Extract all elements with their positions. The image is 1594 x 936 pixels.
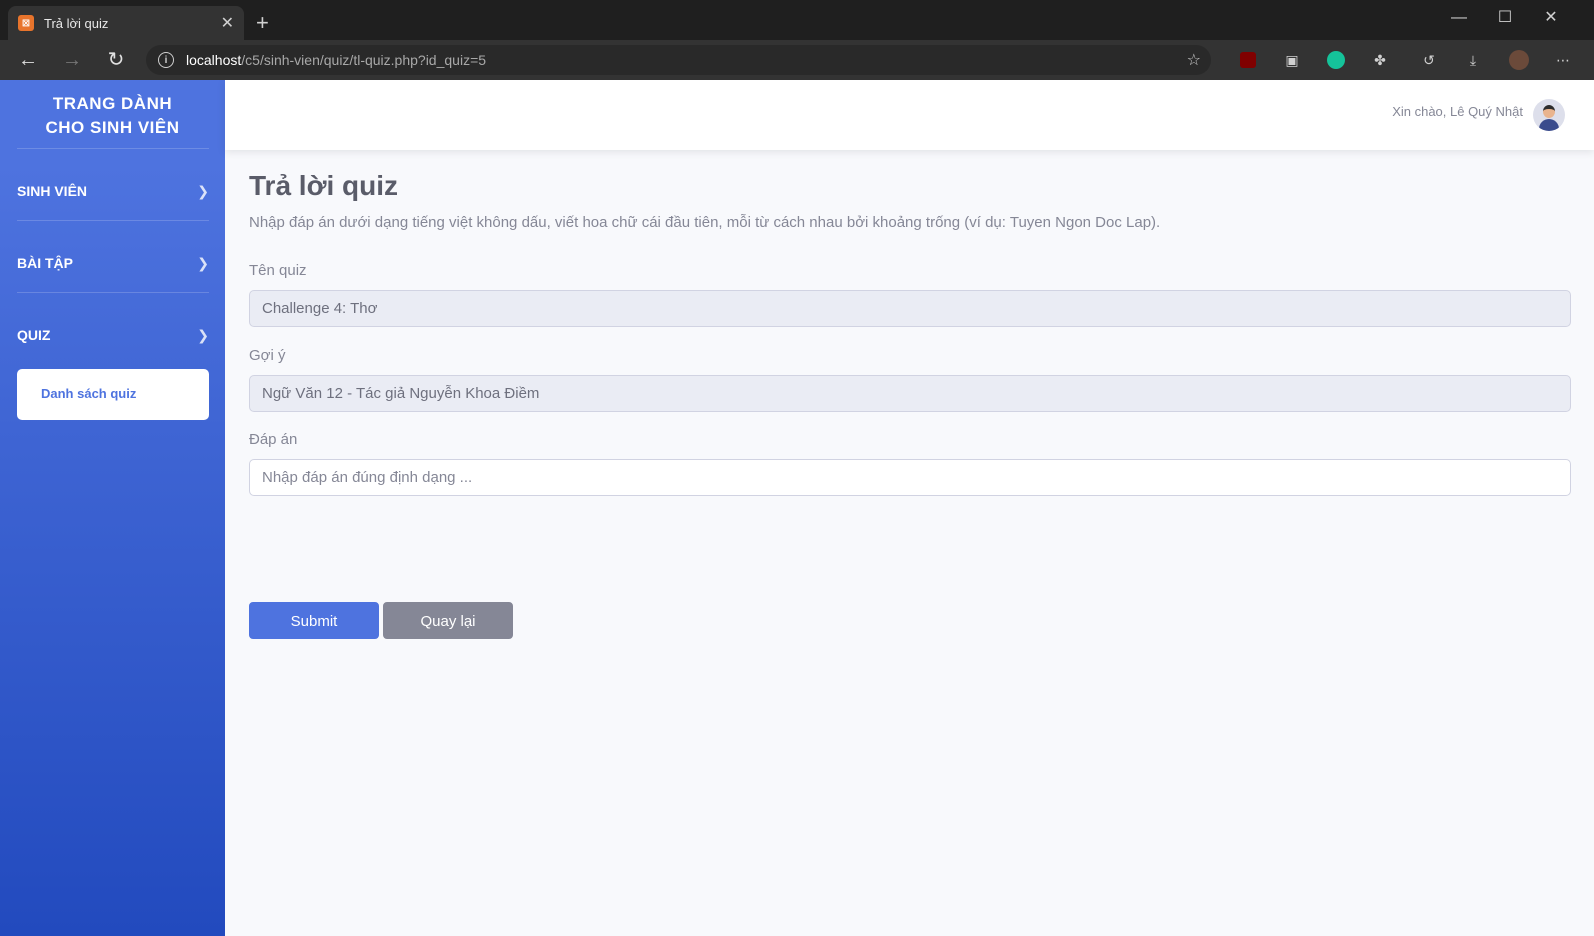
avatar-body (1539, 119, 1559, 131)
new-tab-icon[interactable]: + (256, 10, 269, 36)
hint-label: Gợi ý (249, 347, 286, 364)
sidebar-item-label: QUIZ (17, 327, 51, 343)
avatar[interactable] (1533, 99, 1565, 131)
profile-icon[interactable] (1508, 49, 1530, 71)
extensions-icon[interactable]: ✤ (1369, 49, 1391, 71)
back-icon[interactable]: ← (14, 48, 42, 72)
page-title: Trả lời quiz (249, 170, 399, 201)
submit-button[interactable]: Submit (249, 602, 379, 639)
minimize-icon[interactable]: — (1436, 6, 1482, 30)
info-icon[interactable]: i (158, 52, 174, 68)
xampp-favicon-icon: ⊠ (18, 15, 34, 31)
maximize-icon[interactable]: ☐ (1482, 6, 1528, 30)
chevron-right-icon: ❯ (197, 182, 209, 199)
sidebar-item-sinh-vien[interactable]: SINH VIÊN ❯ (17, 176, 209, 206)
avatar-head (1543, 105, 1555, 118)
submenu-item-quiz-list[interactable]: Danh sách quiz (41, 386, 136, 401)
download-icon[interactable]: ⤓ (1462, 49, 1484, 71)
brand-line-1: TRANG DÀNH (52, 94, 173, 113)
grammarly-icon[interactable] (1325, 49, 1347, 71)
sidebar-item-label: BÀI TẬP (17, 255, 73, 271)
browser-titlebar: ⊠ Trả lời quiz ✕ + — ☐ ✕ (0, 0, 1594, 40)
tab-title: Trả lời quiz (44, 15, 109, 31)
sidebar-item-label: SINH VIÊN (17, 183, 88, 199)
topbar: Xin chào, Lê Quý Nhật (225, 80, 1594, 150)
history-icon[interactable]: ↺ (1418, 49, 1440, 71)
reload-icon[interactable]: ↻ (102, 48, 130, 72)
back-button[interactable]: Quay lại (383, 602, 513, 639)
close-tab-icon[interactable]: ✕ (221, 13, 234, 33)
more-icon[interactable]: ⋯ (1552, 49, 1574, 71)
collections-icon[interactable]: ▣ (1281, 49, 1303, 71)
answer-input[interactable] (249, 459, 1571, 496)
page-viewport: TRANG DÀNH CHO SINH VIÊN SINH VIÊN ❯ BÀI… (0, 80, 1594, 936)
forward-icon[interactable]: → (58, 48, 86, 72)
sidebar: TRANG DÀNH CHO SINH VIÊN SINH VIÊN ❯ BÀI… (0, 80, 225, 936)
quiz-name-field[interactable] (249, 290, 1571, 327)
quiz-name-label: Tên quiz (249, 262, 307, 279)
browser-toolbar: ← → ↻ i localhost/c5/sinh-vien/quiz/tl-q… (0, 40, 1594, 80)
url-host: localhost (186, 52, 242, 68)
user-greeting[interactable]: Xin chào, Lê Quý Nhật (1392, 104, 1523, 119)
sidebar-divider (17, 220, 209, 221)
ublock-icon[interactable] (1237, 49, 1259, 71)
hint-field[interactable] (249, 375, 1571, 412)
sidebar-item-quiz[interactable]: QUIZ ❯ (17, 320, 209, 350)
instruction-text: Nhập đáp án dưới dạng tiếng việt không d… (249, 214, 1161, 231)
quiz-submenu: Danh sách quiz (17, 369, 209, 420)
address-bar[interactable]: i localhost/c5/sinh-vien/quiz/tl-quiz.ph… (146, 45, 1211, 75)
favorite-icon[interactable]: ☆ (1187, 50, 1201, 70)
answer-label: Đáp án (249, 431, 298, 448)
brand-line-2: CHO SINH VIÊN (45, 118, 180, 137)
chevron-right-icon: ❯ (197, 254, 209, 271)
chevron-right-icon: ❯ (197, 326, 209, 343)
url-path: /c5/sinh-vien/quiz/tl-quiz.php?id_quiz=5 (241, 52, 487, 68)
sidebar-item-bai-tap[interactable]: BÀI TẬP ❯ (17, 248, 209, 278)
sidebar-divider (17, 148, 209, 149)
sidebar-brand[interactable]: TRANG DÀNH CHO SINH VIÊN (0, 92, 225, 140)
sidebar-divider (17, 292, 209, 293)
browser-tab[interactable]: ⊠ Trả lời quiz ✕ (8, 6, 244, 40)
close-window-icon[interactable]: ✕ (1528, 6, 1574, 30)
